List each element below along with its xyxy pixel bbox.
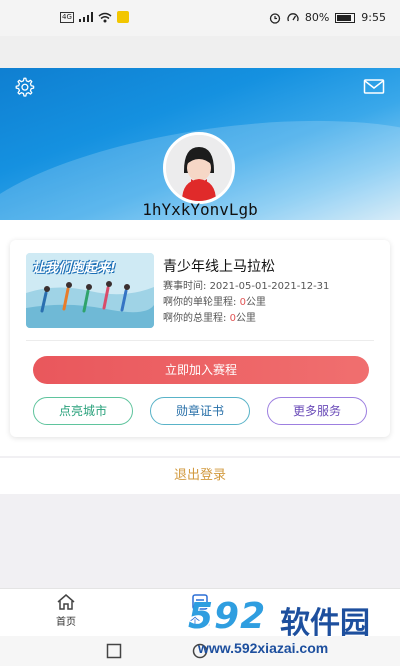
nav-home[interactable]: 首页 bbox=[31, 593, 101, 628]
total-distance: 啊你的总里程: 0公里 bbox=[163, 309, 256, 324]
race-title[interactable]: 青少年线上马拉松 bbox=[163, 256, 275, 276]
watermark-name: 软件园 bbox=[280, 606, 370, 641]
avatar[interactable] bbox=[163, 132, 235, 204]
alarm-icon bbox=[269, 12, 280, 24]
logout-button[interactable]: 退出登录 bbox=[0, 458, 400, 494]
battery-percent: 80% bbox=[304, 11, 330, 24]
race-image-slogan: 让我们跑起来! bbox=[32, 261, 116, 276]
header-spacer bbox=[0, 36, 400, 68]
messages-button[interactable] bbox=[362, 75, 386, 99]
wifi-icon bbox=[98, 12, 112, 22]
site-watermark: 592 软件园 www.592xiazai.com bbox=[188, 596, 400, 662]
status-right: 80% 9:55 bbox=[269, 11, 386, 24]
network-type-badge: 4G bbox=[60, 11, 74, 23]
medal-certificate-button[interactable]: 勋章证书 bbox=[150, 397, 250, 425]
watermark-url: www.592xiazai.com bbox=[198, 640, 329, 656]
total-distance-unit: 公里 bbox=[235, 313, 256, 324]
home-icon bbox=[57, 594, 75, 610]
single-distance: 啊你的单轮里程: 0公里 bbox=[163, 293, 266, 308]
race-date-label: 赛事时间: bbox=[163, 281, 210, 292]
join-race-button[interactable]: 立即加入赛程 bbox=[33, 356, 369, 384]
settings-button[interactable] bbox=[12, 75, 36, 99]
single-distance-unit: 公里 bbox=[245, 297, 266, 308]
light-city-button[interactable]: 点亮城市 bbox=[33, 397, 133, 425]
default-avatar-icon bbox=[166, 135, 232, 201]
more-services-button[interactable]: 更多服务 bbox=[267, 397, 367, 425]
card-divider bbox=[26, 340, 374, 341]
nav-home-label: 首页 bbox=[56, 617, 76, 628]
battery-icon bbox=[335, 12, 356, 23]
gear-icon bbox=[15, 77, 35, 97]
speed-icon bbox=[287, 12, 299, 21]
race-banner-image[interactable]: 让我们跑起来! bbox=[26, 253, 154, 328]
square-icon bbox=[106, 643, 122, 659]
username: 1hYxkYonvLgb bbox=[142, 200, 258, 219]
recent-apps-button[interactable] bbox=[106, 643, 122, 663]
mail-icon bbox=[363, 79, 385, 94]
status-left: 4G bbox=[60, 11, 129, 23]
status-bar: 4G 80% 9:55 bbox=[0, 0, 400, 36]
race-card: 让我们跑起来! 青少年线上马拉松 赛事时间: 2021-05-01-2021-1… bbox=[10, 240, 390, 437]
total-distance-label: 啊你的总里程: bbox=[163, 313, 230, 324]
race-date: 赛事时间: 2021-05-01-2021-12-31 bbox=[163, 277, 329, 292]
signal-icon bbox=[78, 12, 93, 22]
watermark-number: 592 bbox=[188, 596, 267, 637]
app-notification-icon bbox=[116, 11, 129, 23]
clock-time: 9:55 bbox=[361, 11, 386, 24]
race-date-value: 2021-05-01-2021-12-31 bbox=[209, 281, 330, 292]
single-distance-label: 啊你的单轮里程: bbox=[163, 297, 240, 308]
